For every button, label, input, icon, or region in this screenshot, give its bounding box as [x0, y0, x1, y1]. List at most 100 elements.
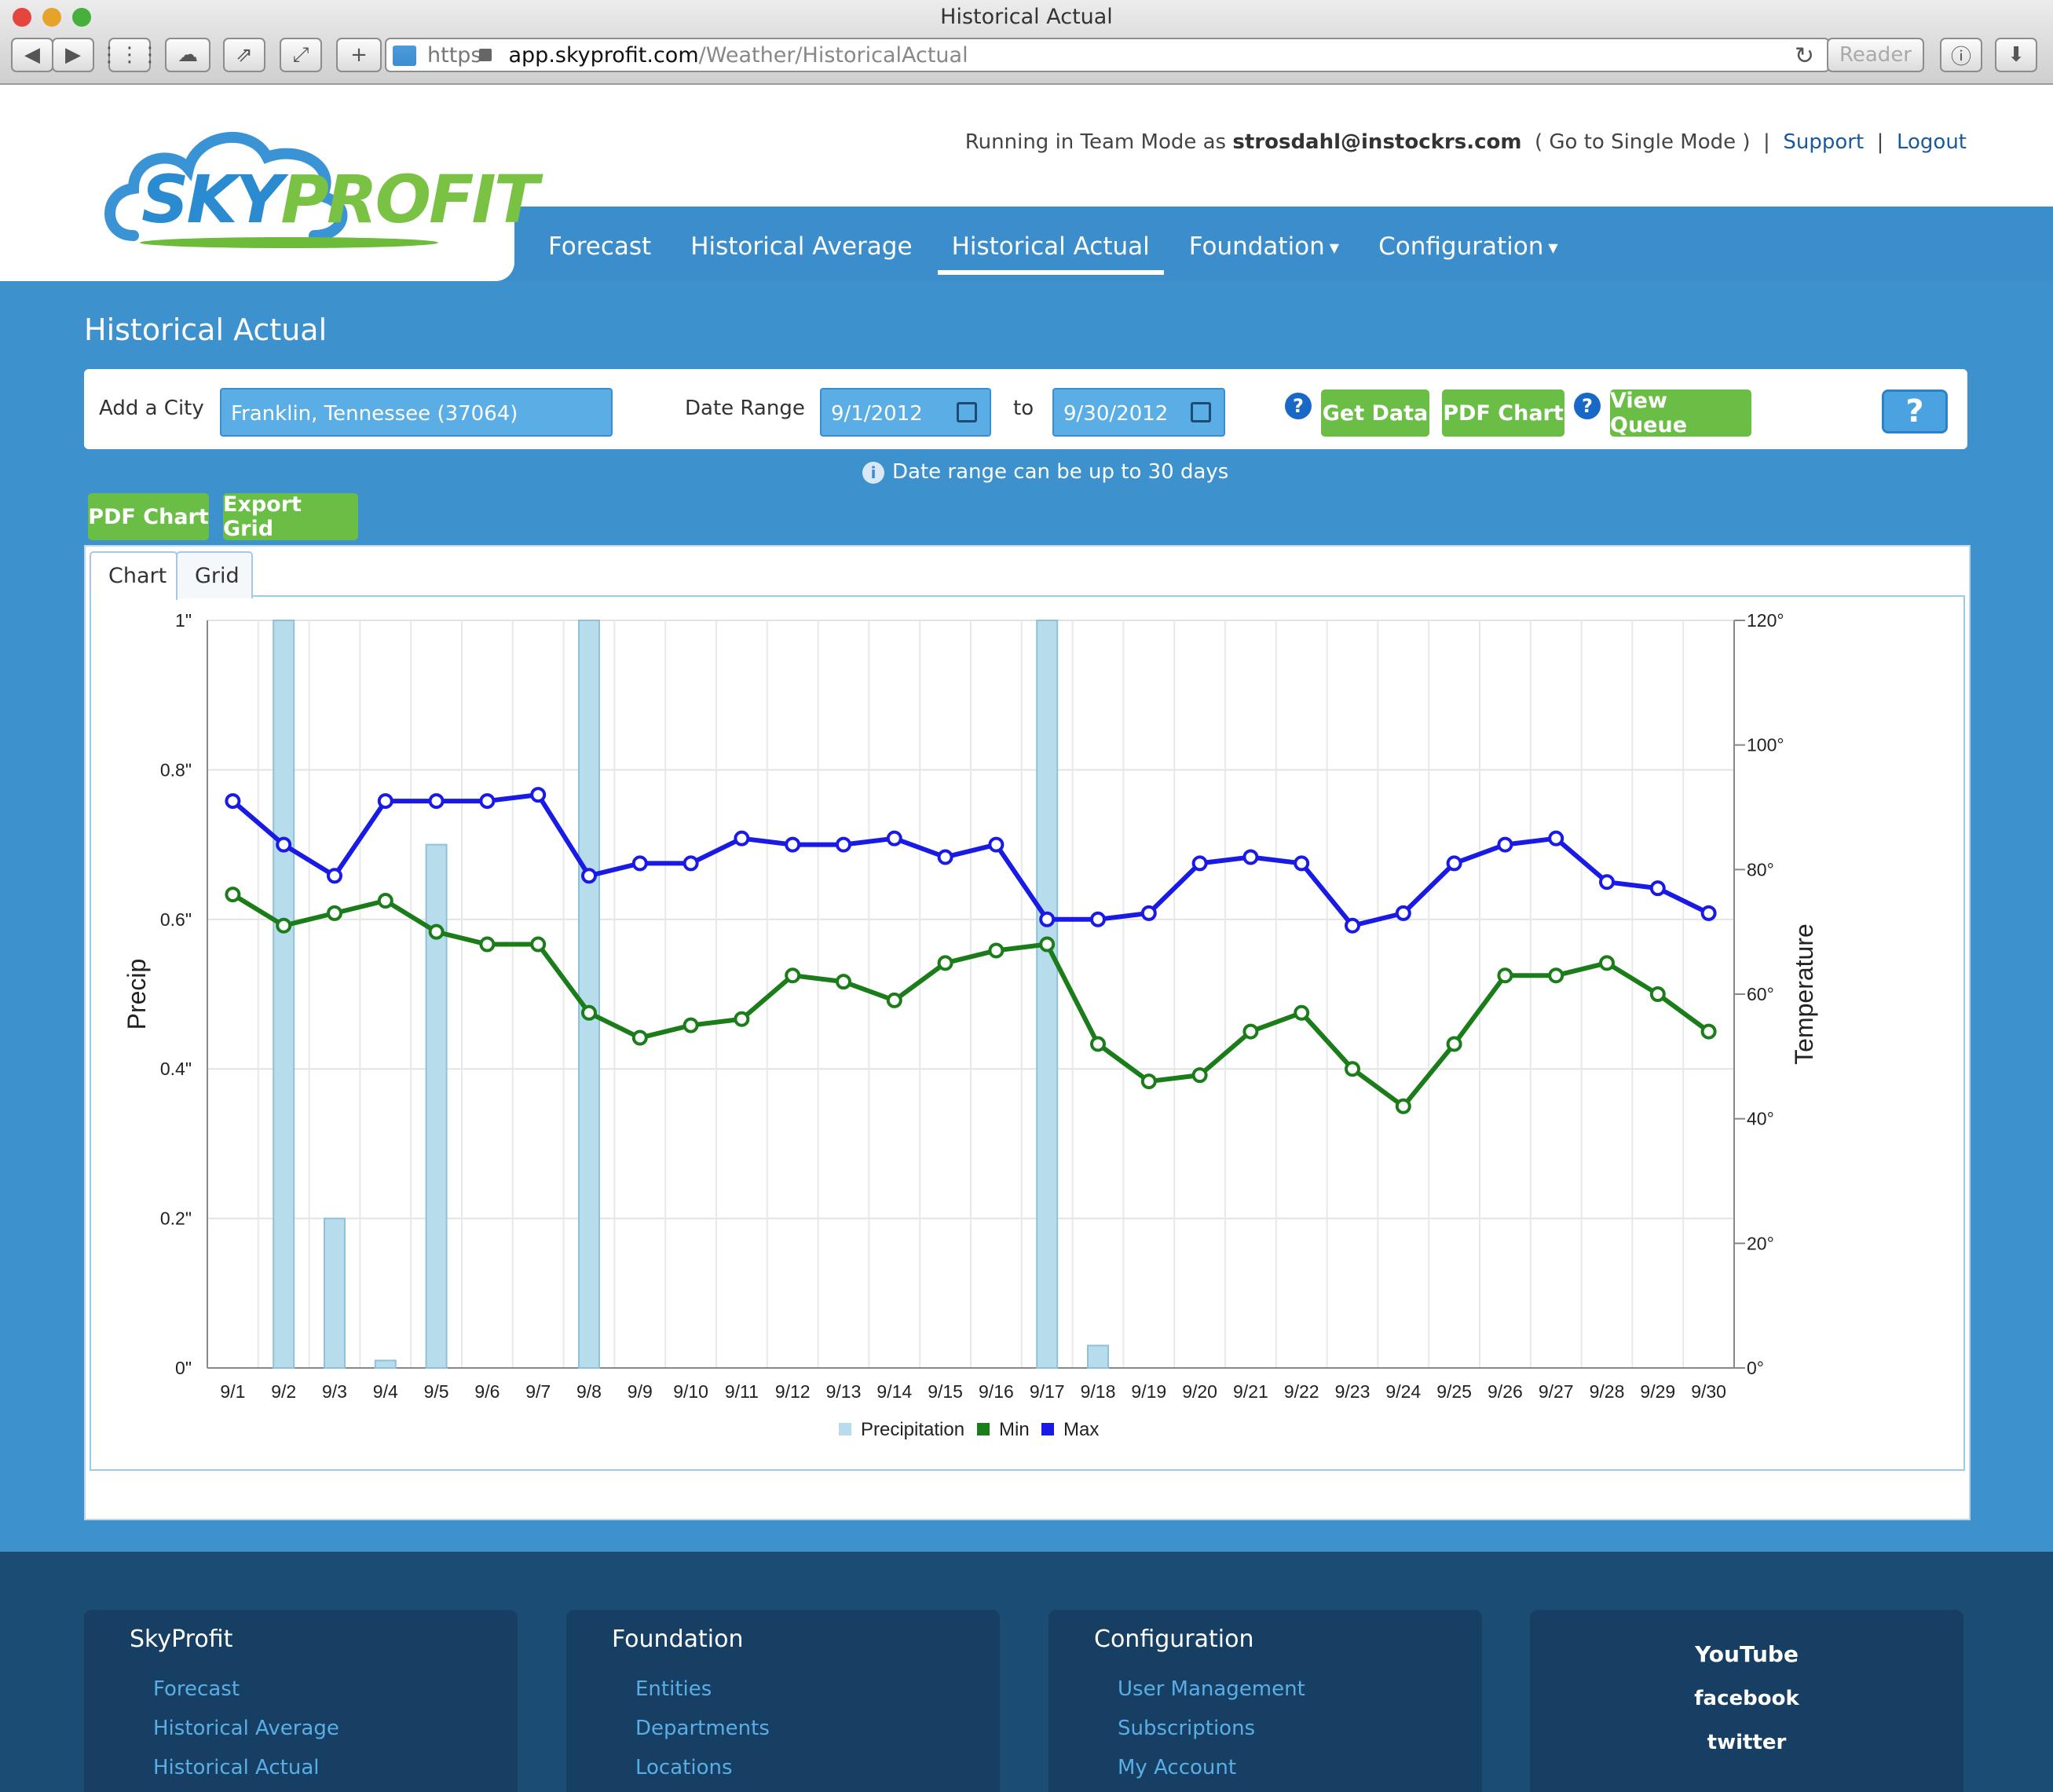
x-tick-label: 9/15 — [928, 1381, 963, 1402]
min-point — [1039, 936, 1056, 953]
min-point — [785, 967, 801, 984]
min-point — [1191, 1067, 1208, 1084]
max-point — [1446, 855, 1462, 872]
precip-bar — [1087, 1344, 1109, 1369]
min-point — [1345, 1061, 1360, 1077]
youtube-icon[interactable]: YouTube — [1530, 1641, 1963, 1667]
max-point — [631, 855, 648, 872]
max-point — [988, 836, 1005, 853]
footer-link-departments[interactable]: Departments — [635, 1717, 770, 1740]
max-point — [1039, 911, 1056, 927]
facebook-icon[interactable]: facebook — [1530, 1687, 1963, 1710]
y-left-tick-label: 0.4" — [160, 1059, 192, 1079]
min-point — [428, 923, 445, 940]
footer-link-historical-actual[interactable]: Historical Actual — [153, 1756, 320, 1779]
y-right-tick-label: 40° — [1747, 1109, 1774, 1129]
x-tick-label: 9/4 — [373, 1381, 398, 1402]
precip-bar — [273, 620, 295, 1369]
x-tick-label: 9/25 — [1436, 1381, 1472, 1402]
x-tick-label: 9/23 — [1335, 1381, 1370, 1402]
min-point — [886, 992, 902, 1008]
max-point — [785, 836, 801, 853]
min-point — [479, 936, 496, 953]
min-point — [631, 1029, 648, 1046]
y-left-axis-title: Precip — [123, 959, 151, 1030]
min-point — [225, 887, 241, 903]
x-tick-label: 9/3 — [322, 1381, 347, 1402]
max-point — [1345, 917, 1360, 934]
min-point — [1242, 1023, 1259, 1040]
max-point — [1242, 849, 1259, 865]
twitter-icon[interactable]: twitter — [1530, 1731, 1963, 1754]
y-left-tick-label: 0" — [175, 1358, 192, 1378]
footer-title: Configuration — [1094, 1626, 1254, 1653]
min-point — [1395, 1098, 1411, 1114]
max-point — [276, 836, 292, 853]
min-point — [683, 1017, 699, 1033]
precip-bar — [324, 1217, 346, 1369]
max-point — [937, 849, 953, 865]
min-point — [836, 974, 851, 990]
y-left-tick-label: 0.8" — [160, 759, 192, 780]
min-point — [734, 1011, 750, 1027]
weather-chart: 0" 0.2" 0.4" 0.6" 0.8" 1" 0° 20° 40° 60° 80° 100° 12… — [123, 610, 1818, 1440]
footer-title: SkyProfit — [130, 1626, 233, 1653]
footer-link-forecast[interactable]: Forecast — [153, 1677, 240, 1701]
min-point — [1700, 1023, 1717, 1040]
precip-bar — [425, 843, 448, 1369]
x-tick-label: 9/2 — [271, 1381, 296, 1402]
precip-bar — [374, 1359, 397, 1369]
x-tick-label: 9/7 — [525, 1381, 551, 1402]
y-left-tick-label: 0.6" — [160, 909, 192, 930]
footer-col-configuration: Configuration User Management Subscripti… — [1048, 1610, 1482, 1792]
min-point — [1548, 967, 1564, 984]
max-point — [836, 836, 851, 853]
max-point — [1497, 836, 1513, 853]
max-point — [1090, 911, 1106, 927]
footer-col-foundation: Foundation Entities Departments Location… — [566, 1610, 1000, 1792]
footer-link-my-account[interactable]: My Account — [1118, 1756, 1236, 1779]
x-tick-label: 9/24 — [1385, 1381, 1421, 1402]
x-tick-label: 9/11 — [725, 1381, 759, 1402]
x-tick-label: 9/30 — [1691, 1381, 1726, 1402]
x-tick-label: 9/28 — [1590, 1381, 1625, 1402]
max-point — [1140, 905, 1157, 921]
y-right-tick-label: 60° — [1747, 984, 1774, 1004]
footer-link-entities[interactable]: Entities — [635, 1677, 712, 1701]
x-tick-label: 9/8 — [576, 1381, 602, 1402]
x-tick-label: 9/1 — [220, 1381, 245, 1402]
x-tick-label: 9/27 — [1539, 1381, 1574, 1402]
legend-swatch — [977, 1423, 990, 1435]
footer-link-user-management[interactable]: User Management — [1118, 1677, 1305, 1701]
max-point — [1191, 855, 1208, 872]
footer-link-locations[interactable]: Locations — [635, 1756, 733, 1779]
legend-swatch — [1041, 1423, 1054, 1435]
max-point — [1294, 855, 1310, 872]
x-tick-label: 9/13 — [826, 1381, 862, 1402]
legend-label: Precipitation — [861, 1419, 964, 1440]
min-point — [1140, 1073, 1157, 1090]
x-tick-label: 9/5 — [424, 1381, 449, 1402]
min-point — [1497, 967, 1513, 984]
footer-link-historical-average[interactable]: Historical Average — [153, 1717, 339, 1740]
x-tick-label: 9/6 — [474, 1381, 500, 1402]
footer-title: Foundation — [612, 1626, 744, 1653]
min-point — [276, 917, 292, 934]
x-tick-label: 9/29 — [1640, 1381, 1675, 1402]
x-tick-label: 9/20 — [1182, 1381, 1217, 1402]
min-point — [988, 942, 1005, 959]
y-right-tick-label: 20° — [1747, 1233, 1774, 1253]
x-tick-label: 9/9 — [628, 1381, 653, 1402]
footer-link-subscriptions[interactable]: Subscriptions — [1118, 1717, 1255, 1740]
x-tick-label: 9/16 — [979, 1381, 1014, 1402]
max-point — [581, 868, 597, 884]
max-point — [225, 793, 241, 810]
y-right-tick-label: 0° — [1747, 1358, 1764, 1378]
y-right-tick-label: 120° — [1747, 610, 1784, 631]
min-point — [377, 893, 393, 909]
min-point — [581, 1004, 597, 1021]
x-tick-label: 9/14 — [876, 1381, 912, 1402]
y-left-tick-label: 0.2" — [160, 1209, 192, 1229]
min-point — [530, 936, 547, 953]
min-point — [1649, 986, 1666, 1002]
